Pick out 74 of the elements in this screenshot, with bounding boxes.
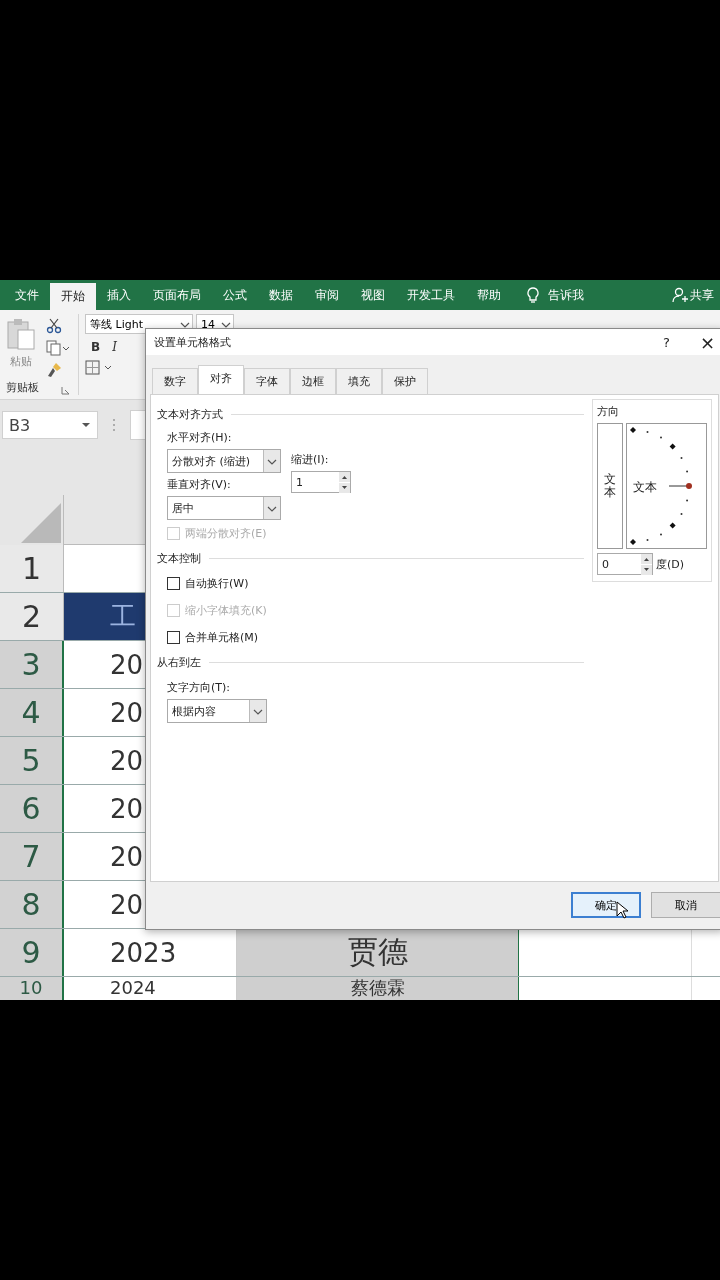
name-box[interactable]: B3 — [2, 411, 98, 439]
caret-icon — [81, 420, 91, 430]
section-title: 文本对齐方式 — [157, 407, 223, 422]
table-cell: 蔡德霖 — [237, 977, 519, 1000]
section-title: 从右到左 — [157, 655, 201, 670]
table-cell: 贾德 — [237, 929, 519, 976]
row-header[interactable]: 10 — [0, 977, 64, 1000]
down-arrow-button[interactable] — [339, 482, 350, 493]
person-icon — [672, 287, 688, 303]
ribbon-tab[interactable]: 公式 — [212, 280, 258, 310]
copy-icon[interactable] — [46, 340, 70, 356]
help-button[interactable]: ? — [663, 334, 670, 350]
row-header[interactable]: 5 — [0, 737, 64, 784]
dialog-tab[interactable]: 字体 — [244, 368, 290, 394]
checkbox-label: 两端分散对齐(E) — [185, 526, 267, 541]
close-button[interactable]: × — [699, 331, 715, 353]
dialog-tab[interactable]: 保护 — [382, 368, 428, 394]
field-label: 度(D) — [656, 556, 685, 572]
row-header[interactable]: 8 — [0, 881, 64, 928]
grip-icon — [112, 418, 116, 432]
dialog-tab[interactable]: 对齐 — [198, 365, 244, 394]
bold-button[interactable]: B — [91, 340, 101, 354]
clipboard-icon[interactable] — [6, 318, 36, 350]
cursor-icon — [616, 901, 628, 919]
row-header[interactable]: 3 — [0, 641, 64, 688]
dialog-tab[interactable]: 数字 — [152, 368, 198, 394]
row-header[interactable]: 9 — [0, 929, 64, 976]
dropdown[interactable]: 分散对齐 (缩进) — [167, 449, 281, 473]
scissors-icon[interactable] — [46, 318, 62, 334]
dialog-button[interactable]: 取消 — [651, 892, 720, 918]
brush-icon[interactable] — [46, 362, 62, 378]
field-label: 水平对齐(H): — [167, 430, 233, 445]
group-label: 剪贴板 — [6, 380, 39, 395]
dial-text: 文本 — [633, 479, 657, 496]
dialog-launcher-icon[interactable] — [61, 386, 70, 395]
section-title: 文本控制 — [157, 551, 201, 566]
tell-me-search[interactable]: 告诉我 — [548, 286, 584, 304]
ribbon-tab[interactable]: 审阅 — [304, 280, 350, 310]
ribbon-tab[interactable]: 文件 — [4, 280, 50, 310]
row-header[interactable]: 4 — [0, 689, 64, 736]
checkbox[interactable] — [167, 631, 180, 644]
ribbon-tab[interactable]: 开始 — [50, 283, 96, 310]
field-label: 垂直对齐(V): — [167, 477, 232, 492]
up-arrow-button[interactable] — [339, 471, 350, 482]
orientation-dial[interactable]: 文本 — [626, 423, 707, 549]
lightbulb-icon — [526, 286, 540, 304]
ribbon-tab[interactable]: 插入 — [96, 280, 142, 310]
row-header[interactable]: 6 — [0, 785, 64, 832]
checkbox-label: 自动换行(W) — [185, 576, 249, 591]
row-header[interactable]: 1 — [0, 545, 64, 592]
dialog-tab[interactable]: 边框 — [290, 368, 336, 394]
up-arrow-button[interactable] — [641, 553, 652, 564]
dialog-button[interactable]: 确定 — [571, 892, 641, 918]
ribbon-tab[interactable]: 帮助 — [466, 280, 512, 310]
spin-field[interactable]: 0 — [597, 553, 653, 575]
share-button[interactable]: 共享 — [690, 286, 714, 304]
dropdown[interactable]: 居中 — [167, 496, 281, 520]
ribbon-tab[interactable]: 开发工具 — [396, 280, 466, 310]
down-arrow-button[interactable] — [641, 564, 652, 575]
ribbon-tab[interactable]: 页面布局 — [142, 280, 212, 310]
row-header[interactable]: 7 — [0, 833, 64, 880]
spin-field[interactable]: 1 — [291, 471, 351, 493]
corner-triangle-icon — [21, 503, 61, 543]
row-header[interactable]: 2 — [0, 593, 64, 640]
dialog-title: 设置单元格格式 — [154, 334, 232, 350]
dialog-tab[interactable]: 填充 — [336, 368, 382, 394]
italic-button[interactable]: I — [112, 340, 117, 354]
ribbon-tab[interactable]: 数据 — [258, 280, 304, 310]
dropdown[interactable]: 根据内容 — [167, 699, 267, 723]
checkbox[interactable] — [167, 577, 180, 590]
ribbon-tab[interactable]: 视图 — [350, 280, 396, 310]
vertical-text-button[interactable]: 文本 — [597, 423, 623, 549]
field-label: 缩进(I): — [291, 452, 330, 467]
group-title: 方向 — [597, 404, 620, 419]
